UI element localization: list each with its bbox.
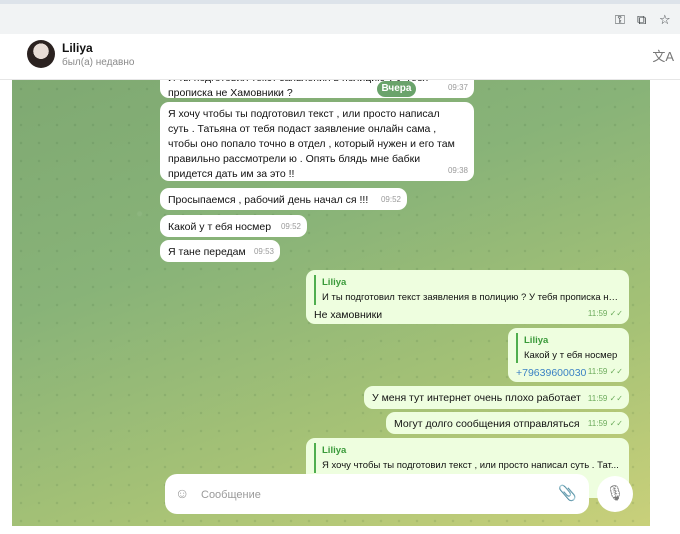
browser-toolbar: ⚿ ⧉ ☆: [0, 0, 680, 34]
message-time: 09:52: [380, 195, 401, 204]
message-time: 11:59: [587, 367, 608, 376]
key-icon[interactable]: ⚿: [615, 12, 625, 28]
quote-author: Liliya: [322, 277, 347, 288]
message-outgoing[interactable]: У меня тут интернет очень плохо работает…: [364, 386, 629, 409]
message-text: Я хочу чтобы ты подготовил текст , или п…: [168, 108, 455, 180]
contact-name[interactable]: Liliya: [62, 41, 93, 55]
reply-quote[interactable]: Liliya Какой у т ебя носмер: [516, 333, 621, 363]
translate-icon[interactable]: 文A: [652, 46, 674, 65]
cast-icon[interactable]: ⧉: [637, 12, 646, 28]
message-incoming[interactable]: И ты подготовил текст заявления в полици…: [160, 80, 474, 99]
message-text: Просыпаемся , рабочий день начал ся !!!: [168, 194, 369, 206]
message-time: 11:59: [587, 394, 608, 403]
mic-button[interactable]: 🎙: [597, 476, 633, 512]
double-check-icon: ✓✓: [609, 309, 623, 318]
mic-icon: 🎙: [605, 485, 625, 502]
quote-author: Liliya: [524, 335, 549, 346]
message-text: Какой у т ебя носмер: [168, 221, 272, 233]
message-outgoing[interactable]: Liliya И ты подготовил текст заявления в…: [306, 270, 629, 324]
quote-text: Я хочу чтобы ты подготовил текст , или п…: [322, 460, 619, 471]
message-incoming[interactable]: Я хочу чтобы ты подготовил текст , или п…: [160, 102, 474, 181]
quote-author: Liliya: [322, 445, 347, 456]
right-margin: [650, 80, 680, 526]
message-time: 09:38: [447, 166, 468, 175]
message-outgoing[interactable]: Могут долго сообщения отправляться 11:59…: [386, 412, 629, 434]
message-time: 11:59: [587, 419, 608, 428]
message-text: Я тане передам: [168, 246, 246, 258]
emoji-icon[interactable]: ☺: [175, 485, 189, 501]
chat-area: И ты подготовил текст заявления в полици…: [12, 80, 650, 526]
paperclip-icon[interactable]: 📎: [558, 484, 577, 502]
double-check-icon: ✓✓: [609, 394, 623, 403]
avatar[interactable]: [27, 40, 55, 68]
message-incoming[interactable]: Я тане передам 09:53: [160, 240, 280, 262]
double-check-icon: ✓✓: [609, 419, 623, 428]
date-separator: Вчера: [377, 81, 416, 97]
double-check-icon: ✓✓: [609, 367, 623, 376]
message-time: 09:52: [280, 222, 301, 231]
phone-link[interactable]: +79639600030: [516, 367, 586, 379]
message-outgoing[interactable]: Liliya Какой у т ебя носмер +79639600030…: [508, 328, 629, 382]
message-incoming[interactable]: Просыпаемся , рабочий день начал ся !!! …: [160, 188, 407, 210]
chat-header: Liliya был(а) недавно 文A: [0, 34, 680, 80]
message-text: Не хамовники: [314, 309, 383, 321]
message-text: Могут долго сообщения отправляться: [394, 418, 580, 430]
reply-quote[interactable]: Liliya И ты подготовил текст заявления в…: [314, 275, 621, 305]
message-time: 11:59: [587, 309, 608, 318]
message-input[interactable]: [199, 484, 543, 506]
contact-status: был(а) недавно: [62, 57, 135, 68]
star-icon[interactable]: ☆: [659, 12, 671, 28]
message-composer: ☺ 📎: [165, 474, 589, 514]
quote-text: И ты подготовил текст заявления в полици…: [322, 292, 621, 303]
message-incoming[interactable]: Какой у т ебя носмер 09:52: [160, 215, 307, 237]
reply-quote[interactable]: Liliya Я хочу чтобы ты подготовил текст …: [314, 443, 621, 473]
message-time: 09:53: [253, 247, 274, 256]
message-time: 09:37: [447, 83, 468, 92]
message-text: У меня тут интернет очень плохо работает: [372, 392, 581, 404]
quote-text: Какой у т ебя носмер: [524, 350, 618, 361]
